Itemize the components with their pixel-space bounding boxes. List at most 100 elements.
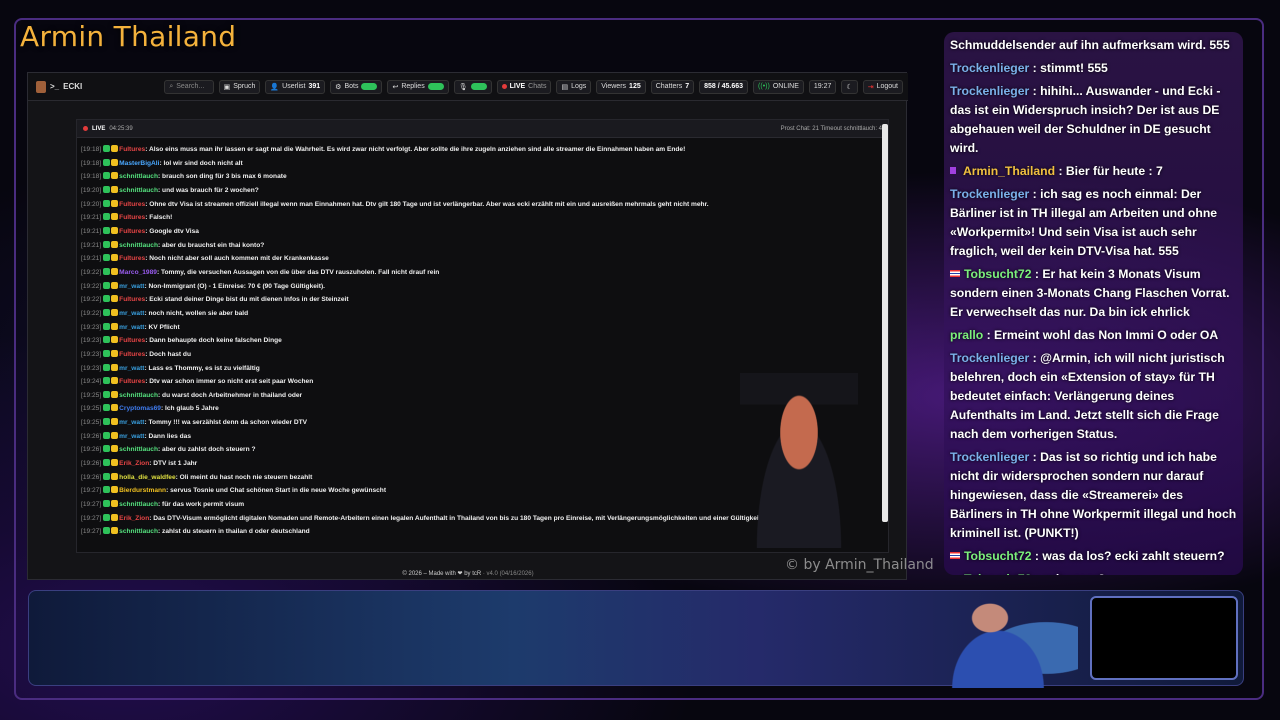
message-time: [19:21]: [81, 227, 102, 235]
stream-chat-message: Trockenlieger : @Armin, ich will nicht j…: [950, 349, 1237, 444]
message-user[interactable]: mr_watt: [119, 419, 144, 426]
stream-chat-message: Tobsucht72 : Er hat kein 3 Monats Visum …: [950, 265, 1237, 322]
message-user[interactable]: schnittlauch: [119, 173, 158, 180]
badge-icon: [111, 172, 119, 180]
message-time: [19:18]: [81, 159, 102, 167]
bot-icon: ⚙: [335, 83, 342, 91]
replies-toggle[interactable]: ↩ Replies: [387, 79, 449, 94]
message-time: [19:23]: [81, 350, 102, 358]
replies-label: Replies: [401, 83, 425, 90]
stream-chat-user: Trockenlieger: [950, 450, 1030, 464]
search-input[interactable]: ⌕ Search...: [164, 79, 214, 94]
message-user[interactable]: mr_watt: [119, 283, 144, 290]
chat-message: [19:20] schnittlauch: und was brauch für …: [81, 185, 259, 194]
badge-icon: [103, 363, 111, 371]
logs-button[interactable]: ▤ Logs: [556, 79, 592, 94]
message-user[interactable]: schnittlauch: [119, 528, 158, 535]
message-text: brauch son ding für 3 bis max 6 monate: [162, 173, 287, 181]
bots-toggle[interactable]: ⚙ Bots: [330, 79, 383, 94]
message-user[interactable]: schnittlauch: [119, 242, 158, 249]
stream-chat-text: : was da los? ecki zahlt steuern?: [1034, 549, 1225, 563]
chat-message: [19:23] Fultures: Doch hast du: [81, 349, 191, 358]
message-time: [19:22]: [81, 309, 102, 317]
message-user[interactable]: Cryptomas69: [119, 405, 161, 412]
message-text: für das work permit visum: [162, 501, 245, 509]
message-user[interactable]: Fultures: [119, 201, 145, 208]
message-user[interactable]: Fultures: [119, 214, 145, 221]
message-user[interactable]: mr_watt: [119, 324, 144, 331]
live-dot-icon: [83, 126, 88, 131]
stream-chat-text: : stimmt! 555: [1032, 61, 1108, 75]
badge-icon: [103, 308, 111, 316]
badge-icon: [103, 390, 111, 398]
message-user[interactable]: Fultures: [119, 228, 145, 235]
message-user[interactable]: mr_watt: [119, 365, 144, 372]
badge-icon: [103, 336, 111, 344]
message-user[interactable]: Fultures: [119, 146, 145, 153]
badge-icon: [111, 363, 119, 371]
moon-icon: ☾: [846, 83, 853, 91]
badge-icon: [103, 199, 111, 207]
badge-icon: [111, 390, 119, 398]
message-user[interactable]: Fultures: [119, 378, 145, 385]
badge-icon: [111, 185, 119, 193]
brand[interactable]: >_ ECKI: [36, 80, 164, 93]
spruch-button[interactable]: ▣ Spruch: [218, 79, 261, 94]
message-time: [19:23]: [81, 323, 102, 331]
message-time: [19:25]: [81, 405, 102, 413]
badge-icon: [111, 527, 119, 535]
theme-toggle[interactable]: ☾: [841, 79, 858, 94]
mic-toggle[interactable]: 🎙: [453, 79, 492, 94]
badge-icon: [103, 322, 111, 330]
viewers-count: 125: [629, 83, 641, 90]
message-user[interactable]: Fultures: [119, 296, 145, 303]
stream-chat-text: Schmuddelsender auf ihn aufmerksam wird.…: [950, 38, 1230, 52]
chat-stats: Prost Chat: 21 Timeout schnittlauch: 4: [780, 125, 882, 132]
message-text: Das DTV-Visum ermöglicht digitalen Nomad…: [153, 514, 815, 522]
toggle-switch[interactable]: [427, 83, 444, 90]
badge-icon: [111, 349, 119, 357]
message-text: Ohne dtv Visa ist streamen offiziell ill…: [149, 200, 709, 208]
message-user[interactable]: MasterBigAli: [119, 160, 159, 167]
avatar: [36, 80, 46, 93]
live-icon: [501, 84, 507, 89]
status-label: ONLINE: [772, 83, 799, 90]
message-text: aber du zahlst doch steuern ?: [162, 446, 256, 454]
toggle-switch[interactable]: [361, 83, 378, 90]
badge-icon: [103, 500, 111, 508]
message-time: [19:26]: [81, 446, 102, 454]
message-user[interactable]: Fultures: [119, 337, 145, 344]
message-user[interactable]: Fultures: [119, 255, 145, 262]
userlist-button[interactable]: 👤 Userlist 391: [265, 79, 326, 94]
live-chats-button[interactable]: LIVE Chats: [496, 79, 552, 94]
message-user[interactable]: schnittlauch: [119, 392, 158, 399]
message-time: [19:21]: [81, 255, 102, 263]
message-user[interactable]: schnittlauch: [119, 446, 158, 453]
logout-button[interactable]: ⇥ Logout: [862, 79, 903, 94]
message-user[interactable]: schnittlauch: [119, 187, 158, 194]
message-user[interactable]: schnittlauch: [119, 501, 158, 508]
badge-icon: [111, 267, 119, 275]
message-user[interactable]: Marco_1989: [119, 269, 157, 276]
message-user[interactable]: Bierdurstmann: [119, 487, 166, 494]
stream-chat-message: Trockenlieger : hihihi... Auswander - un…: [950, 82, 1237, 158]
toggle-switch[interactable]: [470, 83, 487, 90]
badge-icon: [103, 472, 111, 480]
message-text: servus Tosnie und Chat schönen Start in …: [170, 487, 387, 495]
message-user[interactable]: holla_die_waldfee: [119, 474, 175, 481]
viewers-stat: Viewers 125: [596, 79, 646, 94]
message-time: [19:27]: [81, 528, 102, 536]
message-user[interactable]: mr_watt: [119, 310, 144, 317]
chat-app-window: >_ ECKI ⌕ Search... ▣ Spruch 👤 Userlist 391…: [27, 72, 908, 580]
message-user[interactable]: Erik_Zion: [119, 460, 149, 467]
scrollbar[interactable]: [882, 124, 888, 522]
chatters-label: Chatters: [655, 83, 683, 90]
badge-icon: [111, 281, 119, 289]
message-text: Tommy, die versuchen Aussagen von die üb…: [160, 268, 440, 276]
badge-icon: [103, 172, 111, 180]
chat-message: [19:18] schnittlauch: brauch son ding für…: [81, 172, 287, 181]
message-user[interactable]: Fultures: [119, 351, 145, 358]
message-text: Also eins muss man ihr lassen er sagt ma…: [148, 146, 686, 153]
message-user[interactable]: mr_watt: [119, 433, 144, 440]
message-user[interactable]: Erik_Zion: [119, 515, 149, 522]
